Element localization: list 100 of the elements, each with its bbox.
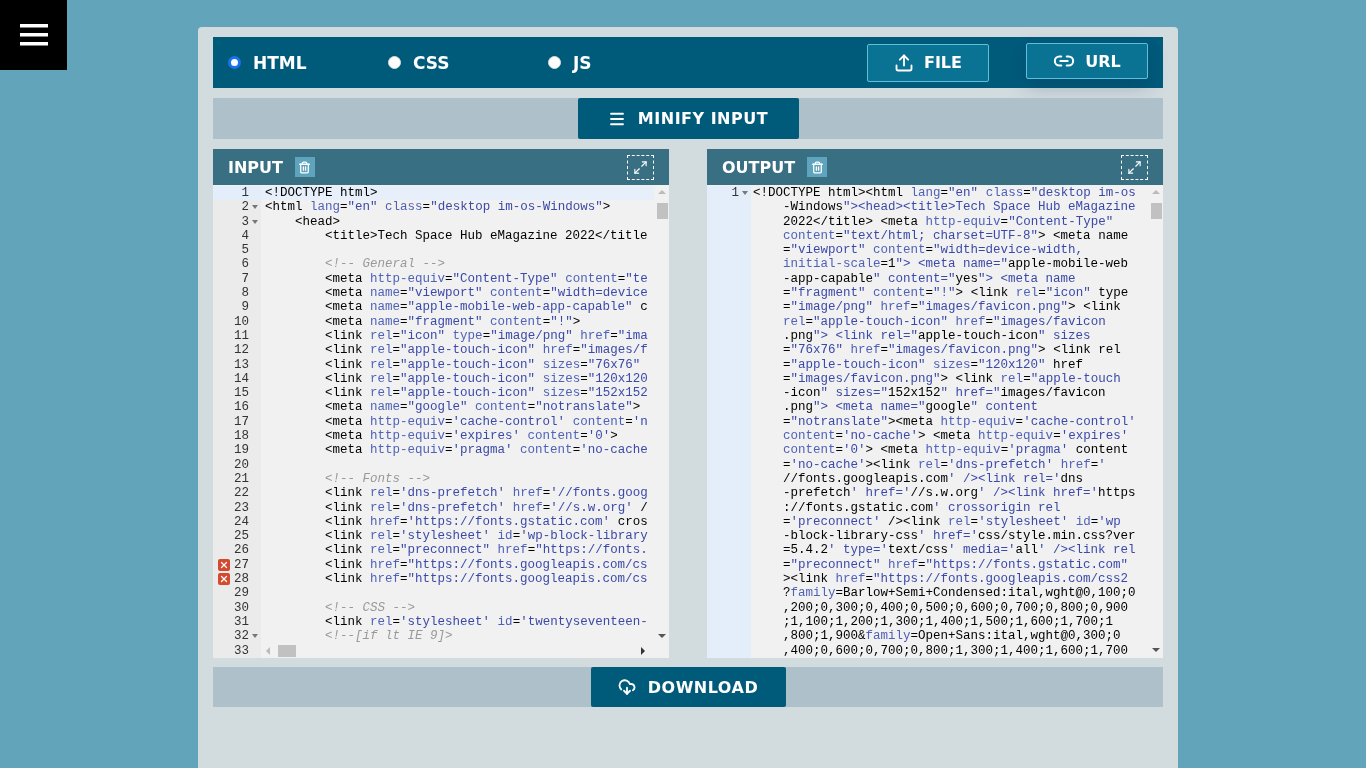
code-line: ;1,100;1,200;1,300;1,400;1,500;1,600;1,700;1 (782, 614, 1115, 630)
expand-button[interactable] (1121, 154, 1148, 180)
line-number: 19 (234, 443, 249, 458)
code-line: ?family=Barlow+Semi+Condensed:ital,wght@0,100;0 (782, 586, 1136, 601)
line-number: 14 (234, 371, 249, 387)
line-number: 9 (241, 300, 249, 315)
code-line: ><link href="https://fonts.googleapis.com/css2 (782, 572, 1130, 587)
line-number: 10 (234, 314, 249, 329)
line-number: 8 (241, 286, 249, 301)
code-line: <link rel="apple-touch-icon" sizes="76x76" (324, 357, 641, 372)
code-line: =5.4.2' type='text/css' media='all' /><link rel (782, 543, 1136, 558)
code-line: <link rel='stylesheet' id='twentyseventeen- (324, 614, 648, 630)
code-line: <meta http-equiv='pragma' content='no-cache (324, 443, 648, 458)
line-number: 15 (234, 386, 249, 401)
code-line: ,400;0,600;0,700;0,800;1,300;1,400;1,600;1,700 (782, 643, 1130, 658)
line-number: 27 (234, 557, 249, 572)
code-line: rel="apple-touch-icon" href="images/favicon (782, 314, 1107, 329)
code-line: ="apple-touch-icon" sizes="120x120" href (782, 357, 1085, 372)
code-line: ="preconnect" href="https://fonts.gstatic.com" (782, 557, 1130, 572)
clear-button[interactable] (295, 157, 315, 177)
format-radio[interactable]: CSS (388, 52, 548, 73)
code-line: <meta name="fragment" content="!"> (324, 314, 581, 329)
error-icon (218, 573, 230, 585)
code-line: <title>Tech Space Hub eMagazine 2022</title (324, 228, 648, 244)
fold-arrow-icon[interactable] (252, 205, 258, 210)
line-number: 26 (234, 543, 249, 558)
line-number: 17 (234, 414, 249, 430)
code-editor[interactable] (213, 185, 669, 658)
line-number: 7 (241, 271, 249, 287)
code-line: ,200;0,300;0,400;0,500;0,600;0,700;0,800;0,900 (782, 600, 1130, 615)
radio-label: CSS (413, 52, 450, 73)
code-line: <meta http-equiv='cache-control' content='n (324, 414, 648, 430)
code-line: ="images/favicon.png"> <link rel="apple-touch (782, 371, 1122, 387)
expand-button[interactable] (627, 154, 654, 180)
line-number: 23 (234, 500, 249, 515)
code-line: .png"> <link rel="apple-touch-icon" sizes (782, 328, 1092, 344)
radio-label: HTML (253, 52, 307, 73)
fold-arrow-icon[interactable] (252, 634, 258, 639)
code-line: <link rel='stylesheet' id='wp-block-library (324, 529, 648, 544)
minify-button[interactable]: MINIFY INPUT (577, 98, 799, 139)
line-number: 33 (234, 643, 249, 658)
code-line: ='preconnect' /><link rel='stylesheet' id='wp (782, 514, 1122, 530)
code-line: -icon" sizes="152x152" href="images/favicon (782, 386, 1107, 401)
code-line: //fonts.googleapis.com' /><link rel='dns (782, 471, 1085, 487)
line-number: 29 (234, 586, 249, 601)
trash-icon (298, 160, 312, 174)
line-number: 16 (234, 400, 249, 415)
menu-button[interactable] (0, 0, 67, 70)
code-editor[interactable] (707, 185, 1163, 658)
code-line: 2022</title> <meta http-equiv="Content-Type" (782, 214, 1115, 229)
url-button[interactable]: URL (1026, 43, 1148, 79)
line-number: 11 (234, 328, 249, 344)
code-line: <!-- General --> (324, 257, 446, 272)
code-line: <!--[if lt IE 9]> (324, 629, 453, 644)
line-number: 2 (241, 200, 249, 215)
code-line: .png"> <meta name="google" content (782, 400, 1040, 415)
line-number: 12 (234, 343, 249, 358)
clear-button[interactable] (807, 157, 828, 177)
download-button[interactable]: DOWNLOAD (590, 667, 786, 707)
code-line: <!-- CSS --> (324, 600, 416, 615)
menu-icon (19, 24, 48, 46)
format-radio[interactable]: JS (548, 52, 708, 73)
fold-arrow-icon[interactable] (742, 191, 748, 196)
expand-icon (1127, 159, 1142, 175)
radio-icon[interactable] (228, 56, 241, 69)
line-number: 3 (241, 214, 249, 229)
line-number: 22 (234, 486, 249, 501)
line-number: 31 (234, 614, 249, 630)
file-button[interactable]: FILE (867, 43, 989, 82)
code-line: ="notranslate"><meta http-equiv='cache-control' (782, 414, 1136, 430)
code-line: <link rel='dns-prefetch' href='//fonts.goog (324, 486, 648, 501)
code-line: <link rel="icon" type="image/png" href="ima (324, 328, 648, 344)
code-line: -app-capable" content="yes"> <meta name (782, 271, 1077, 287)
code-line: <!DOCTYPE html> (264, 186, 378, 201)
code-line: <link href="https://fonts.googleapis.com/cs (324, 557, 648, 572)
cloud-download-icon (617, 678, 636, 696)
code-line: ="image/png" href="images/favicon.png"> <link (782, 300, 1122, 315)
fold-arrow-icon[interactable] (252, 219, 258, 224)
upload-icon (894, 52, 914, 73)
format-radio[interactable]: HTML (228, 52, 388, 73)
code-line: <!-- Fonts --> (324, 471, 431, 487)
line-number: 4 (241, 228, 249, 244)
code-line: content='no-cache'> <meta http-equiv='expires' (782, 429, 1130, 444)
code-line: <meta name="viewport" content="width=device (324, 286, 648, 301)
code-line: ="76x76" href="images/favicon.png"> <link rel (782, 343, 1122, 358)
line-number: 18 (234, 429, 249, 444)
line-number: 1 (241, 186, 249, 201)
code-line: content="text/html; charset=UTF-8"> <meta name (782, 228, 1130, 244)
code-line: <link href="https://fonts.googleapis.com/cs (324, 572, 648, 587)
code-line: <link rel="apple-touch-icon" sizes="120x120 (324, 371, 648, 387)
panel-title: INPUT (228, 157, 283, 177)
code-line: ,800;1,900&family=Open+Sans:ital,wght@0,300;0 (782, 629, 1122, 644)
code-line: ="fragment" content="!"> <link rel="icon" type (782, 286, 1130, 301)
expand-icon (633, 159, 648, 175)
code-line: <head> (294, 214, 341, 229)
line-number: 30 (234, 600, 249, 615)
code-line: <meta name="google" content="notranslate"> (324, 400, 641, 415)
code-line: <link rel='dns-prefetch' href='//s.w.org' / (324, 500, 648, 515)
code-line: <link rel="preconnect" href="https://fonts. (324, 543, 648, 558)
radio-label: JS (573, 52, 592, 73)
